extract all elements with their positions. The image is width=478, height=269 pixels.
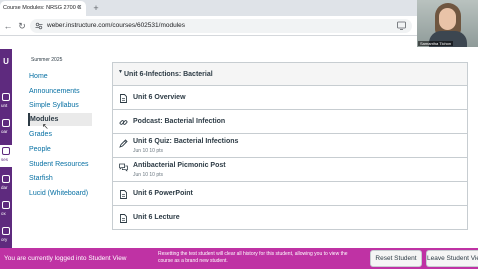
global-nav-account[interactable]: unt (0, 91, 12, 113)
module-item-title[interactable]: Unit 6 Overview (133, 86, 186, 110)
module-item[interactable]: Podcast: Bacterial Infection (113, 110, 467, 134)
install-app-icon[interactable] (397, 21, 406, 30)
student-view-note: Resetting the test student will clear al… (158, 251, 348, 264)
browser-tab-title: Course Modules: NRSG 2700 C (3, 5, 82, 11)
global-nav-calendar[interactable]: dar (0, 173, 12, 195)
dashboard-icon (2, 119, 10, 127)
global-nav-label: ory (1, 237, 8, 242)
calendar-icon (2, 175, 10, 183)
global-nav-history[interactable]: ory (0, 225, 12, 247)
reload-button[interactable]: ↻ (16, 19, 28, 33)
webcam-overlay: Samantha Tichon (417, 0, 478, 47)
url-text: weber.instructure.com/courses/602531/mod… (47, 22, 186, 29)
module-item-title[interactable]: Podcast: Bacterial Infection (133, 110, 225, 134)
page-icon (120, 190, 127, 199)
module-item-title[interactable]: Unit 6 Lecture (133, 206, 180, 230)
student-view-message: You are currently logged into Student Vi… (4, 255, 127, 262)
page-icon (120, 94, 127, 103)
module-title: Unit 6-Infections: Bacterial (124, 71, 213, 78)
global-nav-label: dar (1, 185, 8, 190)
collapse-caret-icon[interactable]: ▼ (118, 69, 123, 75)
global-nav: U unt oar ses dar ox ory (0, 49, 12, 248)
course-nav-modules[interactable]: Modules (28, 113, 92, 126)
discussion-icon (119, 163, 128, 172)
module-item[interactable]: Unit 6 Overview (113, 86, 467, 110)
module-item[interactable]: Unit 6 Lecture (113, 206, 467, 230)
courses-icon (2, 147, 10, 155)
module-item-title[interactable]: Unit 6 Quiz: Bacterial Infections (133, 137, 238, 147)
global-nav-label: ses (1, 157, 9, 162)
global-nav-label: unt (1, 103, 8, 108)
link-icon (119, 120, 128, 125)
course-nav-starfish[interactable]: Starfish (28, 172, 53, 185)
browser-tab-bar: Course Modules: NRSG 2700 C ✕ + (0, 0, 478, 16)
account-icon (2, 93, 10, 101)
module-unit-6: ▼ Unit 6-Infections: Bacterial Unit 6 Ov… (112, 62, 468, 230)
global-nav-label: ox (1, 211, 6, 216)
back-button[interactable]: ← (2, 19, 14, 33)
module-item-title[interactable]: Antibacterial Picmonic Post (133, 161, 226, 171)
global-nav-label: oar (1, 129, 8, 134)
quiz-icon (119, 139, 128, 148)
webcam-name-label: Samantha Tichon (418, 41, 454, 46)
leave-student-view-button[interactable]: Leave Student View (426, 250, 478, 267)
address-bar: ← ↻ weber.instructure.com/courses/602531… (0, 16, 478, 36)
student-view-banner: You are currently logged into Student Vi… (0, 248, 478, 269)
module-item[interactable]: Antibacterial Picmonic Post Jun 10 10 pt… (113, 158, 467, 182)
module-item[interactable]: Unit 6 Quiz: Bacterial Infections Jun 10… (113, 134, 467, 158)
course-nav-student-resources[interactable]: Student Resources (28, 158, 89, 171)
course-nav-simple-syllabus[interactable]: Simple Syllabus (28, 99, 79, 112)
tab-close-icon[interactable]: ✕ (77, 1, 82, 16)
module-header[interactable]: ▼ Unit 6-Infections: Bacterial (113, 63, 467, 86)
new-tab-button[interactable]: + (90, 1, 102, 15)
module-item-meta: Jun 10 10 pts (133, 172, 164, 178)
site-info-icon[interactable] (35, 22, 43, 30)
inbox-icon (2, 201, 10, 209)
course-nav-home[interactable]: Home (28, 70, 48, 83)
mouse-cursor-icon: ↖ (42, 122, 49, 131)
global-nav-courses[interactable]: ses (0, 145, 12, 167)
global-nav-inbox[interactable]: ox (0, 199, 12, 221)
history-icon (2, 227, 10, 235)
module-item[interactable]: Unit 6 PowerPoint (113, 182, 467, 206)
course-nav-people[interactable]: People (28, 143, 51, 156)
course-nav-lucid[interactable]: Lucid (Whiteboard) (28, 187, 88, 200)
module-item-title[interactable]: Unit 6 PowerPoint (133, 182, 193, 206)
browser-tab[interactable]: Course Modules: NRSG 2700 C ✕ (0, 1, 86, 16)
institution-logo[interactable]: U (0, 57, 12, 66)
page-icon (120, 214, 127, 223)
global-nav-dashboard[interactable]: oar (0, 117, 12, 139)
url-field[interactable]: weber.instructure.com/courses/602531/mod… (30, 19, 412, 33)
module-item-meta: Jun 10 10 pts (133, 148, 164, 154)
term-label: Summer 2025 (31, 57, 63, 63)
reset-student-button[interactable]: Reset Student (370, 250, 422, 267)
course-nav-announcements[interactable]: Announcements (28, 85, 80, 98)
